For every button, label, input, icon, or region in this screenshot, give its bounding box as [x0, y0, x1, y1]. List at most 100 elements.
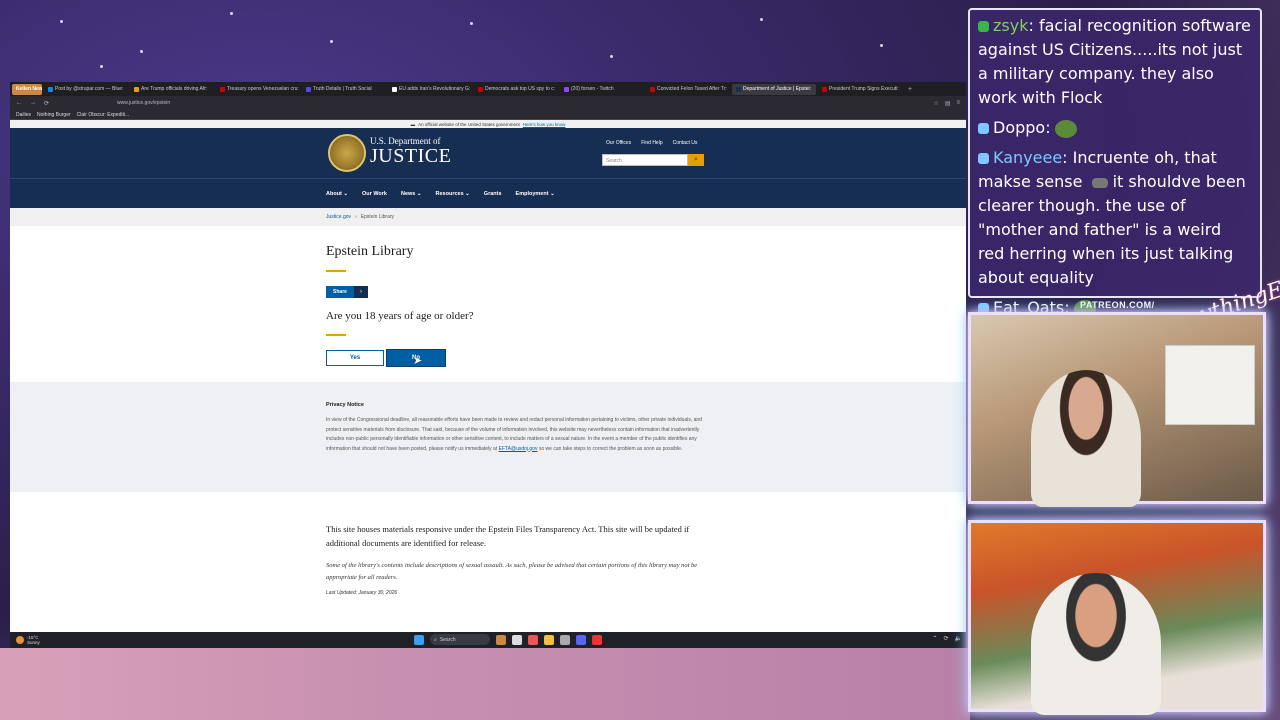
- search-button[interactable]: ⌕: [688, 154, 704, 166]
- last-updated: Last Updated: January 30, 2026: [326, 590, 398, 596]
- utility-links: Our Offices Find Help Contact Us: [606, 140, 697, 146]
- page-title: Epstein Library: [326, 244, 414, 259]
- tab-favicon-icon: [48, 86, 53, 92]
- bookmark-item[interactable]: Dailies: [16, 112, 31, 118]
- tab-label: EU adds Iran's Revolutionary G:: [399, 86, 471, 92]
- privacy-notice: Privacy Notice In view of the Congressio…: [10, 382, 966, 492]
- tab-favicon-icon: [822, 86, 827, 92]
- tab-label: Democrats ask top US spy to c:: [485, 86, 556, 92]
- yes-button[interactable]: Yes: [326, 350, 384, 366]
- tab-label: Treasury opens Venezuelan cru:: [227, 86, 299, 92]
- tab-label: Truth Details | Truth Social: [313, 86, 372, 92]
- link-find-help[interactable]: Find Help: [641, 140, 662, 146]
- search-icon: ⌕: [694, 156, 698, 163]
- rock-emote-icon: [1091, 177, 1108, 188]
- streamer-2: [1031, 573, 1161, 715]
- nav-about[interactable]: About ⌄: [326, 191, 348, 197]
- tab-5[interactable]: EU adds Iran's Revolutionary G:: [388, 84, 472, 95]
- tab-2[interactable]: Are Trump officials driving Afr:: [130, 84, 214, 95]
- privacy-body: In view of the Congressional deadline, a…: [326, 417, 702, 452]
- tab-favicon-icon: [392, 86, 397, 92]
- app-icon[interactable]: [496, 634, 506, 645]
- search-input[interactable]: Search: [602, 154, 688, 166]
- obs-icon[interactable]: [592, 634, 602, 645]
- browser-window: Kellen News Post by @strupar.com — Blue: A…: [10, 82, 966, 648]
- system-tray: ⌃ ⟳ 🔈: [932, 635, 962, 642]
- tab-9[interactable]: Department of Justice | Epstei:: [732, 83, 816, 95]
- firefox-icon[interactable]: [528, 634, 538, 645]
- back-icon[interactable]: ←: [16, 100, 22, 106]
- tab-label: Kellen News: [16, 86, 42, 92]
- bookmark-item[interactable]: Clair Obscur: Expediti...: [77, 112, 130, 118]
- extensions-icon[interactable]: ▤: [945, 100, 951, 107]
- volume-icon[interactable]: 🔈: [955, 635, 962, 642]
- nav-news[interactable]: News ⌄: [401, 191, 422, 197]
- nav-our-work[interactable]: Our Work: [362, 191, 387, 197]
- age-question: Are you 18 years of age or older?: [326, 310, 474, 322]
- chat-username[interactable]: Kanyeee: [993, 148, 1062, 167]
- nav-grants[interactable]: Grants: [484, 191, 502, 197]
- doj-seal-icon[interactable]: [328, 134, 366, 172]
- tab-8[interactable]: Convicted Felon Taxed After Tr:: [646, 84, 730, 95]
- chat-panel: zsyk: facial recognition software agains…: [968, 8, 1262, 318]
- discord-icon[interactable]: [576, 634, 586, 645]
- nav-resources[interactable]: Resources ⌄: [436, 191, 470, 197]
- forward-icon[interactable]: →: [30, 100, 36, 106]
- main-nav: About ⌄ Our Work News ⌄ Resources ⌄ Gran…: [10, 178, 966, 208]
- twitch-icon: [978, 153, 989, 164]
- tab-6[interactable]: Democrats ask top US spy to c:: [474, 84, 558, 95]
- gov-banner-text: An official website of the United States…: [418, 121, 520, 127]
- chevron-right-icon: ›: [355, 214, 357, 220]
- breadcrumb: Justice.gov › Epstein Library: [10, 208, 966, 226]
- chat-message: Kanyeee: Incruente oh, that makse sense …: [978, 148, 1246, 287]
- chat-message: zsyk: facial recognition software agains…: [978, 16, 1251, 107]
- nav-employment[interactable]: Employment ⌄: [516, 191, 555, 197]
- age-gate: Epstein Library Share › Are you 18 years…: [10, 226, 966, 382]
- tab-1[interactable]: Post by @strupar.com — Blue:: [44, 84, 128, 95]
- kick-icon: [978, 21, 989, 32]
- doj-name-big[interactable]: JUSTICE: [370, 145, 451, 168]
- tab-label: Department of Justice | Epstei:: [743, 86, 811, 92]
- chevron-up-icon[interactable]: ⌃: [932, 635, 937, 642]
- bookmarks-bar: Dailies Nothing Burger Clair Obscur: Exp…: [10, 110, 966, 120]
- taskbar-search[interactable]: ⌕ Search: [430, 634, 490, 645]
- tab-bar: Kellen News Post by @strupar.com — Blue: A…: [10, 82, 966, 96]
- bookmark-item[interactable]: Nothing Burger: [37, 112, 71, 118]
- tab-favicon-icon: [736, 86, 741, 92]
- menu-icon[interactable]: ≡: [956, 100, 960, 107]
- tab-4[interactable]: Truth Details | Truth Social: [302, 84, 386, 95]
- tab-7[interactable]: (20) forsen - Twitch: [560, 84, 644, 95]
- link-our-offices[interactable]: Our Offices: [606, 140, 631, 146]
- chat-username[interactable]: zsyk: [993, 16, 1028, 35]
- app-icon[interactable]: [560, 634, 570, 645]
- folder-icon[interactable]: [544, 634, 554, 645]
- weather-condition: Sunny: [27, 640, 40, 645]
- bookmark-star-icon[interactable]: ☆: [933, 100, 938, 107]
- chat-username[interactable]: Doppo: [993, 118, 1045, 137]
- streamer-1: [1031, 370, 1141, 507]
- search-icon: ⌕: [434, 636, 437, 643]
- start-icon[interactable]: [414, 634, 424, 645]
- address-field[interactable]: www.justice.gov/epstein: [57, 100, 925, 106]
- library-warning: Some of the library's contents include d…: [326, 562, 698, 581]
- tab-favicon-icon: [134, 86, 139, 92]
- reload-icon[interactable]: ⟳: [44, 100, 49, 107]
- tab-3[interactable]: Treasury opens Venezuelan cru:: [216, 84, 300, 95]
- network-icon[interactable]: ⟳: [943, 635, 948, 642]
- link-contact-us[interactable]: Contact Us: [673, 140, 698, 146]
- breadcrumb-home[interactable]: Justice.gov: [326, 214, 351, 220]
- tab-10[interactable]: President Trump Signs Executi:: [818, 84, 902, 95]
- background-art: [0, 648, 970, 720]
- new-tab-icon[interactable]: +: [908, 86, 912, 93]
- tab-label: President Trump Signs Executi:: [829, 86, 899, 92]
- task-view-icon[interactable]: [512, 634, 522, 645]
- gov-banner-link[interactable]: Here's how you know: [523, 122, 566, 127]
- weather-widget[interactable]: -15°C Sunny: [10, 635, 40, 645]
- tab-label: Are Trump officials driving Afr:: [141, 86, 208, 92]
- email-link[interactable]: EFTA@usdoj.gov: [499, 446, 538, 452]
- pepe-emote-icon: [1054, 119, 1077, 138]
- url-bar: ← → ⟳ www.justice.gov/epstein ☆ ▤ ≡: [10, 96, 966, 110]
- tab-0[interactable]: Kellen News: [12, 83, 42, 95]
- share-button[interactable]: Share ›: [326, 286, 368, 298]
- mouse-cursor-icon: ➤: [413, 355, 423, 367]
